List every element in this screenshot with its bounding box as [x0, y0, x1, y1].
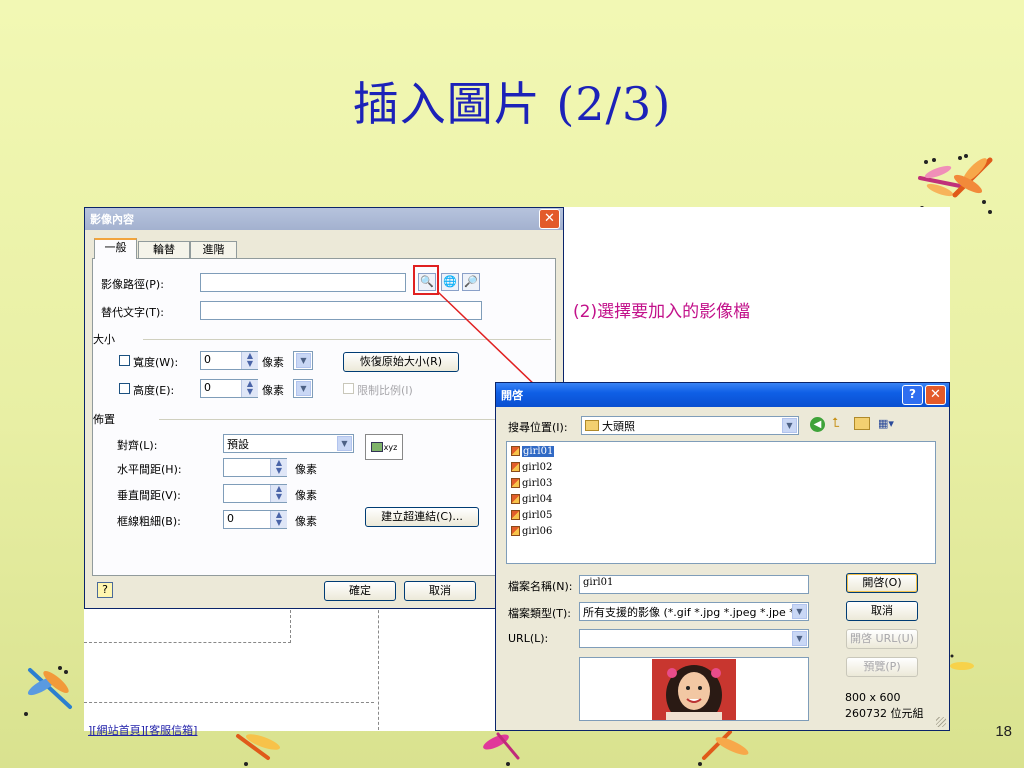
image-file-size: 260732 位元組: [845, 707, 924, 720]
preview-button[interactable]: 預覽(P): [846, 657, 918, 677]
folder-icon: [585, 420, 599, 431]
open-file-dialog: 開啓 ? ✕ 搜尋位置(I): 大頭照 ▼ ◀ ⮤ ▦▾ girl01 girl…: [495, 382, 950, 731]
open-button[interactable]: 開啓(O): [846, 573, 918, 593]
look-in-select[interactable]: 大頭照 ▼: [581, 416, 799, 435]
slide-number: 18: [995, 723, 1012, 740]
up-folder-icon[interactable]: ⮤: [832, 416, 840, 431]
image-file-icon: [511, 526, 520, 536]
list-item[interactable]: girl02: [511, 460, 552, 474]
preview-photo-girl: [652, 659, 736, 720]
back-icon[interactable]: ◀: [810, 417, 825, 432]
list-item[interactable]: girl04: [511, 492, 552, 506]
dialog-titlebar[interactable]: 開啓 ? ✕: [496, 383, 949, 407]
tab-general[interactable]: 一般: [94, 238, 137, 259]
list-item[interactable]: girl03: [511, 476, 552, 490]
help-icon[interactable]: ?: [902, 385, 923, 405]
close-icon[interactable]: ✕: [925, 385, 946, 405]
open-url-button[interactable]: 開啓 URL(U): [846, 629, 918, 649]
resize-grip-icon[interactable]: [936, 717, 946, 727]
view-menu-icon[interactable]: ▦▾: [878, 417, 894, 430]
image-dimensions: 800 x 600: [845, 691, 901, 704]
cancel-button[interactable]: 取消: [846, 601, 918, 621]
list-item[interactable]: girl01: [511, 444, 555, 458]
image-file-icon: [511, 494, 520, 504]
filetype-label: 檔案類型(T):: [508, 607, 572, 620]
list-item[interactable]: girl05: [511, 508, 552, 522]
filename-label: 檔案名稱(N):: [508, 580, 573, 593]
image-file-icon: [511, 478, 520, 488]
image-file-icon: [511, 510, 520, 520]
image-file-icon: [511, 446, 520, 456]
url-label: URL(L):: [508, 632, 549, 645]
file-list[interactable]: girl01 girl02 girl03 girl04 girl05 girl0…: [506, 441, 936, 564]
url-input[interactable]: ▼: [579, 629, 809, 648]
filename-input[interactable]: girl01: [579, 575, 809, 594]
dialog-title: 開啓: [501, 389, 523, 402]
new-folder-icon[interactable]: [854, 417, 870, 430]
filetype-select[interactable]: 所有支援的影像 (*.gif *.jpg *.jpeg *.jpe *. ▼: [579, 602, 809, 621]
list-item[interactable]: girl06: [511, 524, 552, 538]
image-file-icon: [511, 462, 520, 472]
look-in-label: 搜尋位置(I):: [508, 421, 568, 434]
image-preview-box: [579, 657, 809, 721]
